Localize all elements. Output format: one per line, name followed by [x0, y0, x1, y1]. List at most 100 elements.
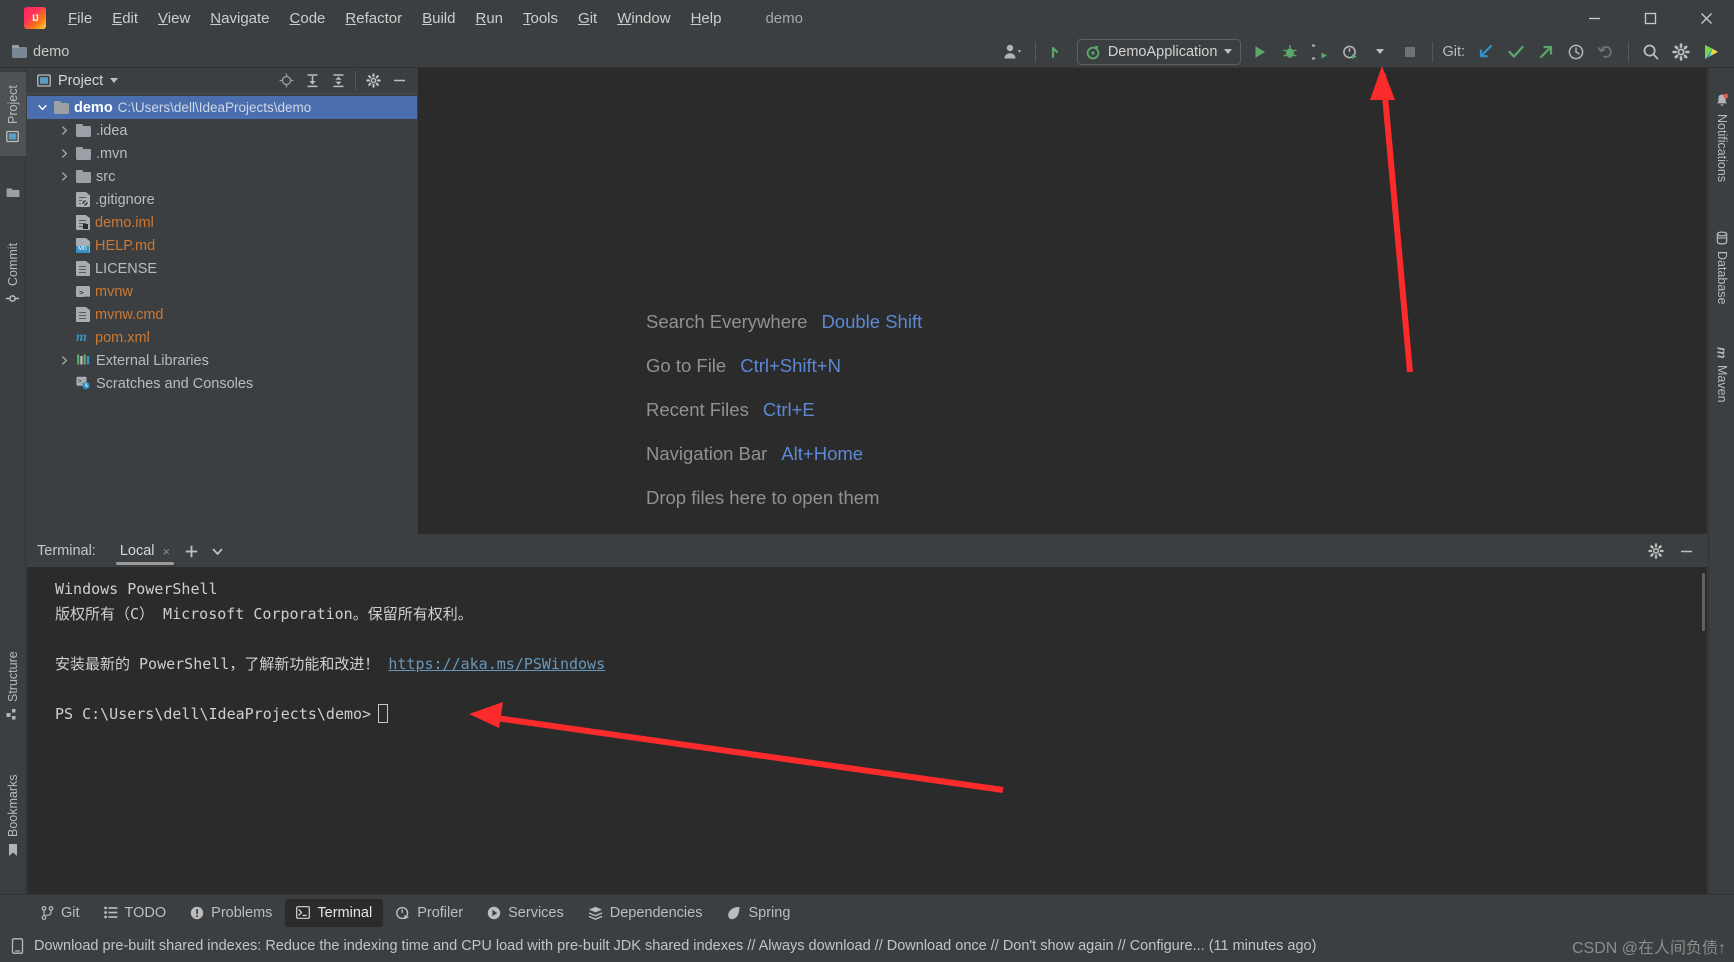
- terminal-link[interactable]: https://aka.ms/PSWindows: [388, 655, 605, 673]
- run-coverage-icon[interactable]: [1305, 39, 1335, 65]
- menu-build[interactable]: Build: [412, 6, 465, 31]
- tree-node-mvnw[interactable]: >_ mvnw: [27, 280, 417, 303]
- bottom-item-terminal[interactable]: Terminal: [285, 898, 384, 927]
- tree-node-pom-xml[interactable]: m pom.xml: [27, 326, 417, 349]
- profiler-icon[interactable]: [1335, 39, 1365, 65]
- menu-navigate[interactable]: Navigate: [200, 6, 279, 31]
- editor-empty-area[interactable]: Search Everywhere Double Shift Go to Fil…: [418, 68, 1707, 534]
- sidebar-item-commit[interactable]: Commit: [0, 226, 26, 322]
- menu-run[interactable]: Run: [465, 6, 513, 31]
- chevron-right-icon[interactable]: [57, 172, 71, 181]
- gear-icon[interactable]: [1643, 538, 1669, 564]
- user-account-icon[interactable]: [998, 39, 1028, 65]
- gear-icon[interactable]: [361, 70, 385, 92]
- menu-file[interactable]: File: [58, 6, 102, 31]
- settings-icon[interactable]: [1666, 39, 1696, 65]
- tree-label: External Libraries: [96, 352, 209, 369]
- sidebar-item-notifications[interactable]: Notifications: [1709, 74, 1734, 202]
- tree-node-demo[interactable]: demo C:\Users\dell\IdeaProjects\demo: [27, 96, 417, 119]
- minimize-icon[interactable]: [1566, 0, 1622, 36]
- tree-node-mvn[interactable]: .mvn: [27, 142, 417, 165]
- libraries-icon: [76, 353, 91, 368]
- git-history-icon[interactable]: [1561, 39, 1591, 65]
- menu-help[interactable]: Help: [681, 6, 732, 31]
- chevron-down-icon[interactable]: [110, 78, 119, 83]
- tree-node-src[interactable]: src: [27, 165, 417, 188]
- project-icon: [37, 74, 51, 87]
- bottom-item-spring[interactable]: Spring: [715, 899, 801, 927]
- tree-node-help-md[interactable]: MD HELP.md: [27, 234, 417, 257]
- chevron-right-icon[interactable]: [57, 149, 71, 158]
- sidebar-item-structure[interactable]: Structure: [0, 634, 26, 738]
- collapse-all-icon[interactable]: [326, 70, 350, 92]
- terminal-output[interactable]: Windows PowerShell 版权所有（C） Microsoft Cor…: [27, 567, 1707, 894]
- menu-tools[interactable]: Tools: [513, 6, 568, 31]
- terminal-label: Terminal:: [37, 543, 96, 559]
- hide-terminal-icon[interactable]: [1673, 538, 1699, 564]
- tip-search-everywhere: Search Everywhere Double Shift: [646, 300, 922, 344]
- sidebar-item-maven[interactable]: m Maven: [1709, 332, 1734, 418]
- bottom-item-problems[interactable]: Problems: [179, 899, 283, 927]
- close-icon[interactable]: ×: [163, 544, 171, 559]
- git-commit-icon[interactable]: [1501, 39, 1531, 65]
- run-configuration-selector[interactable]: DemoApplication: [1076, 38, 1242, 65]
- sidebar-label-project: Project: [6, 85, 20, 124]
- menu-window[interactable]: Window: [607, 6, 680, 31]
- bottom-item-services[interactable]: Services: [476, 899, 575, 927]
- terminal-cursor: [378, 704, 389, 723]
- chevron-right-icon[interactable]: [57, 356, 71, 365]
- chevron-down-icon: [1224, 49, 1233, 54]
- hide-panel-icon[interactable]: [387, 70, 411, 92]
- stop-icon[interactable]: [1395, 39, 1425, 65]
- sidebar-item-bookmarks[interactable]: Bookmarks: [0, 758, 26, 874]
- plugin-icon[interactable]: [1696, 39, 1726, 65]
- sidebar-item-folder[interactable]: [0, 172, 26, 212]
- folder-icon: [76, 123, 91, 138]
- git-rollback-icon[interactable]: [1591, 39, 1621, 65]
- status-message[interactable]: Download pre-built shared indexes: Reduc…: [34, 938, 1316, 954]
- debug-icon[interactable]: [1275, 39, 1305, 65]
- git-update-icon[interactable]: [1471, 39, 1501, 65]
- search-icon[interactable]: [1636, 39, 1666, 65]
- select-opened-file-icon[interactable]: [274, 70, 298, 92]
- close-icon[interactable]: [1678, 0, 1734, 36]
- updates-icon[interactable]: [1043, 39, 1073, 65]
- run-icon[interactable]: [1245, 39, 1275, 65]
- breadcrumb[interactable]: demo: [12, 44, 69, 60]
- tree-node-scratches[interactable]: >_ Scratches and Consoles: [27, 372, 417, 395]
- terminal-scrollbar[interactable]: [1702, 573, 1705, 631]
- terminal-tab-local[interactable]: Local ×: [112, 535, 178, 567]
- menu-code[interactable]: Code: [280, 6, 336, 31]
- intellij-logo-icon: IJ: [24, 7, 46, 29]
- tree-node-external-libraries[interactable]: External Libraries: [27, 349, 417, 372]
- git-push-icon[interactable]: [1531, 39, 1561, 65]
- tree-node-demo-iml[interactable]: demo.iml: [27, 211, 417, 234]
- tree-node-idea[interactable]: .idea: [27, 119, 417, 142]
- tree-node-license[interactable]: LICENSE: [27, 257, 417, 280]
- tip-go-to-file: Go to File Ctrl+Shift+N: [646, 344, 922, 388]
- tree-node-gitignore[interactable]: .gitignore: [27, 188, 417, 211]
- expand-all-icon[interactable]: [300, 70, 324, 92]
- sidebar-item-project[interactable]: Project: [0, 72, 26, 156]
- bottom-item-profiler[interactable]: Profiler: [385, 899, 474, 927]
- menu-git[interactable]: Git: [568, 6, 607, 31]
- profiler-dropdown-icon[interactable]: [1365, 39, 1395, 65]
- terminal-icon: [296, 906, 311, 919]
- chevron-right-icon[interactable]: [57, 126, 71, 135]
- sidebar-item-database[interactable]: Database: [1709, 216, 1734, 320]
- chevron-down-icon[interactable]: [204, 538, 230, 564]
- ide-window: IJ File Edit View Navigate Code Refactor…: [0, 0, 1734, 962]
- tip-shortcut: Alt+Home: [781, 443, 864, 464]
- menu-edit[interactable]: Edit: [102, 6, 148, 31]
- new-terminal-session-button[interactable]: [178, 538, 204, 564]
- bottom-item-git[interactable]: Git: [30, 899, 91, 927]
- tree-node-mvnw-cmd[interactable]: mvnw.cmd: [27, 303, 417, 326]
- menu-view[interactable]: View: [148, 6, 200, 31]
- spring-icon: [728, 906, 740, 919]
- bottom-item-dependencies[interactable]: Dependencies: [577, 899, 714, 927]
- menu-refactor[interactable]: Refactor: [335, 6, 412, 31]
- sidebar-label-notifications: Notifications: [1715, 114, 1729, 183]
- maximize-icon[interactable]: [1622, 0, 1678, 36]
- bottom-item-todo[interactable]: TODO: [93, 899, 178, 927]
- chevron-down-icon[interactable]: [35, 103, 49, 112]
